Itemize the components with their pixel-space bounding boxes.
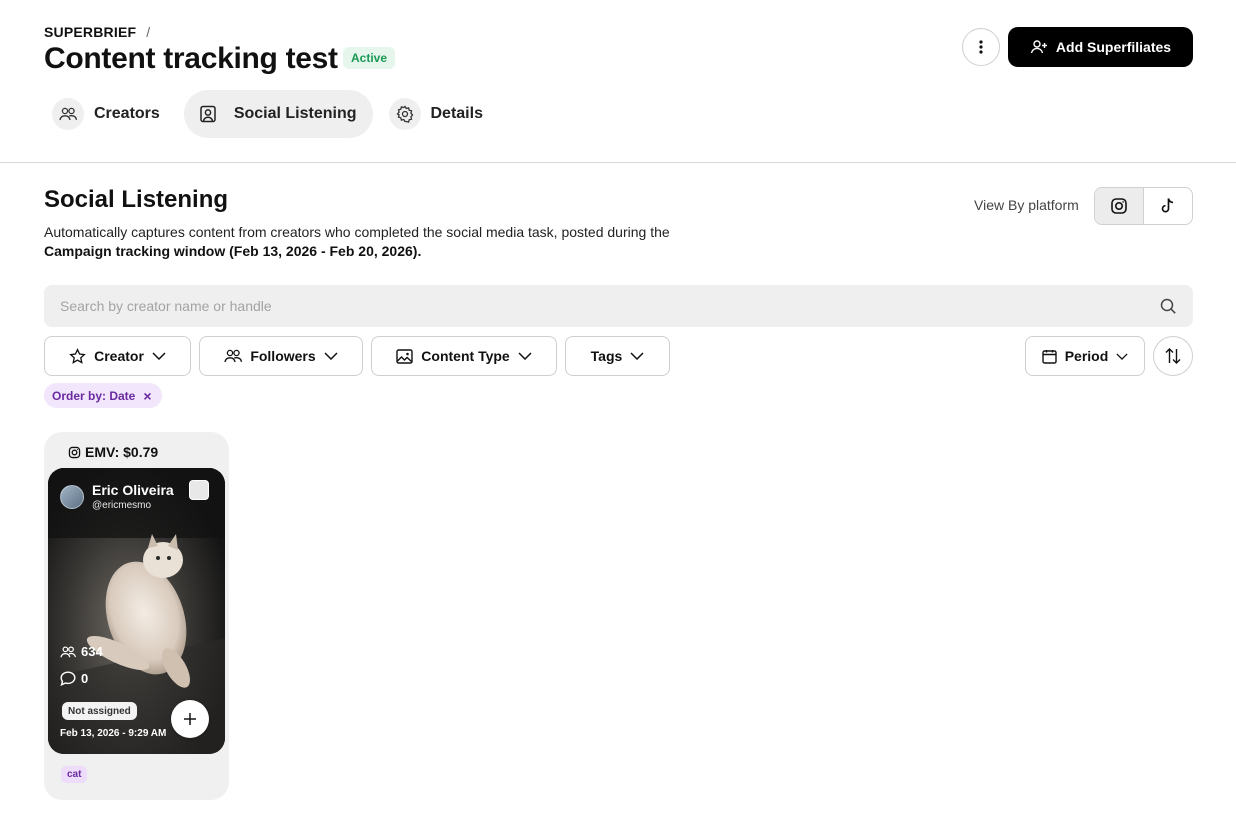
gear-icon [388, 98, 421, 130]
search-icon[interactable] [1159, 297, 1177, 315]
platform-tiktok-button[interactable] [1144, 188, 1192, 224]
header-divider [0, 162, 1236, 163]
chevron-down-icon [1116, 352, 1128, 360]
instagram-icon [68, 446, 81, 458]
tab-social-listening-label: Social Listening [233, 105, 357, 122]
user-square-icon [192, 98, 224, 130]
image-icon [396, 348, 413, 364]
breadcrumb: SUPERBRIEF / [44, 24, 150, 40]
star-icon [69, 347, 86, 364]
comment-icon [60, 671, 76, 686]
users-icon [224, 349, 243, 363]
emv-value: EMV: $0.79 [85, 444, 159, 460]
section-description-text: Automatically captures content from crea… [44, 224, 670, 240]
chevron-down-icon [630, 352, 644, 360]
add-superfiliates-button[interactable]: Add Superfiliates [1008, 27, 1193, 67]
plus-icon [184, 713, 196, 725]
sort-arrows-icon [1165, 348, 1181, 364]
avatar[interactable] [60, 485, 84, 509]
tracking-window-text: Campaign tracking window (Feb 13, 2026 -… [44, 243, 422, 259]
tags-filter[interactable]: Tags [565, 336, 670, 376]
users-icon [60, 645, 76, 657]
sort-order-button[interactable] [1153, 336, 1193, 376]
content-type-filter[interactable]: Content Type [371, 336, 557, 376]
followers-stat: 634 [60, 644, 103, 659]
breadcrumb-separator: / [146, 24, 151, 40]
assignment-status-badge: Not assigned [62, 702, 137, 720]
emv-label: EMV: $0.79 [68, 444, 158, 460]
breadcrumb-root[interactable]: SUPERBRIEF [44, 24, 136, 40]
chevron-down-icon [324, 352, 338, 360]
post-media[interactable]: Eric Oliveira @ericmesmo 634 0 Not assig… [48, 468, 225, 754]
creator-handle: @ericmesmo [92, 500, 152, 511]
order-by-chip-label: Order by: Date [52, 388, 136, 403]
comments-stat: 0 [60, 671, 88, 686]
more-options-button[interactable] [962, 28, 1000, 66]
tab-bar: Creators Social Listening Details [44, 90, 499, 138]
comments-count: 0 [81, 671, 89, 686]
instagram-icon [1111, 198, 1127, 214]
section-title: Social Listening [44, 186, 229, 213]
page-title: Content tracking test [44, 42, 338, 75]
period-filter[interactable]: Period [1025, 336, 1145, 376]
order-by-chip: Order by: Date × [44, 383, 162, 408]
content-type-filter-label: Content Type [421, 348, 510, 364]
followers-count: 634 [81, 644, 103, 659]
post-timestamp: Feb 13, 2026 - 9:29 AM [60, 728, 167, 739]
tab-creators-label: Creators [94, 105, 160, 122]
creator-filter[interactable]: Creator [44, 336, 191, 376]
creator-info[interactable]: Eric Oliveira @ericmesmo [60, 482, 174, 513]
status-badge: Active [343, 47, 396, 69]
tab-creators[interactable]: Creators [44, 90, 176, 138]
select-checkbox[interactable] [189, 480, 209, 500]
tab-social-listening[interactable]: Social Listening [183, 90, 373, 138]
creator-name[interactable]: Eric Oliveira [92, 482, 174, 499]
chevron-down-icon [518, 352, 532, 360]
followers-filter-label: Followers [250, 348, 316, 364]
search-input[interactable] [60, 298, 1159, 314]
platform-instagram-button[interactable] [1095, 188, 1144, 224]
creator-filter-label: Creator [94, 348, 144, 364]
user-plus-icon [1030, 40, 1047, 54]
kebab-menu-icon [979, 40, 983, 54]
remove-chip-icon[interactable]: × [143, 389, 151, 403]
tab-details-label: Details [430, 105, 483, 122]
tab-details[interactable]: Details [381, 90, 499, 138]
platform-toggle [1094, 187, 1193, 225]
search-bar [44, 285, 1193, 327]
tag-chip[interactable]: cat [61, 766, 88, 783]
period-filter-label: Period [1064, 348, 1109, 364]
chevron-down-icon [152, 352, 166, 360]
calendar-icon [1042, 349, 1057, 364]
users-icon [52, 98, 84, 130]
tags-filter-label: Tags [590, 348, 623, 364]
followers-filter[interactable]: Followers [199, 336, 363, 376]
content-card[interactable]: EMV: $0.79 Eric Oliveira @ericmesmo 634 … [44, 432, 229, 800]
tiktok-icon [1161, 198, 1174, 213]
add-superfiliates-label: Add Superfiliates [1055, 39, 1172, 55]
section-description: Automatically captures content from crea… [44, 223, 744, 261]
view-by-platform-label: View By platform [974, 197, 1079, 213]
add-to-post-button[interactable] [171, 700, 209, 738]
